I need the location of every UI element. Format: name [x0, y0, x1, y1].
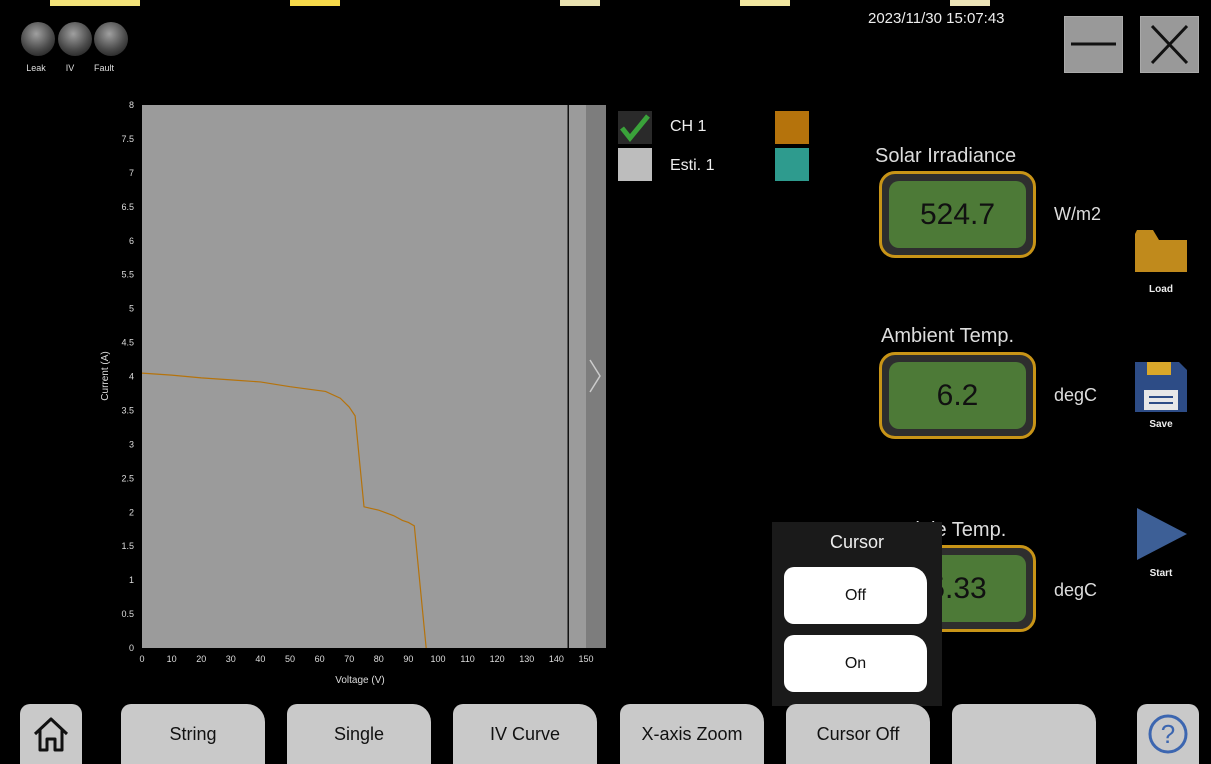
x-tick-label: 50 [285, 654, 295, 664]
y-tick-label: 6 [129, 236, 134, 246]
iv-curve-chart[interactable]: 0 10 20 30 40 50 60 70 80 90 100 110 120 130 140 150 0 0.… [95, 100, 615, 692]
x-tick-label: 140 [549, 654, 564, 664]
plot-area[interactable] [142, 105, 586, 648]
x-tick-label: 20 [196, 654, 206, 664]
y-tick-label: 8 [129, 100, 134, 110]
home-icon [33, 717, 69, 752]
minus-icon [1071, 42, 1116, 46]
x-tick-label: 150 [578, 654, 593, 664]
cursor-off-button[interactable]: Off [784, 567, 927, 624]
plot-side-handle[interactable] [586, 105, 606, 648]
leak-lamp-label: Leak [26, 63, 46, 73]
save-button[interactable] [1133, 360, 1189, 414]
home-button[interactable] [20, 704, 82, 764]
fault-lamp-icon [94, 22, 128, 56]
module-temp-unit: degC [1054, 580, 1098, 600]
close-button[interactable] [1140, 16, 1199, 73]
x-tick-label: 80 [374, 654, 384, 664]
cursor-popup-title: Cursor [829, 532, 884, 552]
help-button[interactable]: ? [1137, 704, 1199, 764]
tab-cursor-off[interactable]: Cursor Off [786, 704, 930, 764]
leak-lamp-icon [21, 22, 55, 56]
start-button[interactable] [1135, 506, 1189, 562]
legend-esti1-label: Esti. 1 [670, 157, 715, 174]
tab-string[interactable]: String [121, 704, 265, 764]
iv-lamp-label: IV [65, 63, 75, 73]
x-tick-label: 30 [226, 654, 236, 664]
legend-ch1-color-swatch [775, 111, 809, 144]
iv-lamp-icon [58, 22, 92, 56]
tab-blank[interactable] [952, 704, 1096, 764]
y-tick-label: 2 [129, 507, 134, 517]
solar-irradiance-value: 524.7 [889, 181, 1026, 248]
y-tick-label: 5 [129, 304, 134, 314]
y-tick-label: 7 [129, 168, 134, 178]
x-tick-label: 70 [344, 654, 354, 664]
legend-ch1-checkbox[interactable] [618, 111, 652, 144]
legend-esti1-checkbox[interactable] [618, 148, 652, 181]
y-tick-label: 6.5 [121, 202, 134, 212]
start-label: Start [1149, 568, 1173, 579]
y-tick-label: 4 [129, 372, 134, 382]
ambient-temp-display: 6.2 [879, 352, 1036, 439]
tab-single[interactable]: Single [287, 704, 431, 764]
ambient-temp-unit: degC [1054, 385, 1098, 405]
svg-text:?: ? [1161, 719, 1175, 749]
close-icon [1150, 24, 1189, 65]
x-tick-label: 130 [519, 654, 534, 664]
checkmark-icon [620, 114, 650, 142]
y-tick-label: 7.5 [121, 134, 134, 144]
cursor-on-button[interactable]: On [784, 635, 927, 692]
y-tick-label: 3.5 [121, 405, 134, 415]
legend-esti1-color-swatch [775, 148, 809, 181]
floppy-disk-icon [1135, 362, 1187, 412]
solar-irradiance-title: Solar Irradiance [875, 145, 1017, 167]
load-button[interactable] [1133, 226, 1189, 274]
fault-lamp-label: Fault [93, 63, 114, 73]
x-tick-label: 40 [255, 654, 265, 664]
y-tick-label: 1 [129, 575, 134, 585]
ambient-temp-title: Ambient Temp. [881, 325, 1015, 347]
x-tick-label: 100 [430, 654, 445, 664]
play-icon [1137, 508, 1187, 560]
cursor-popup: Cursor Off On [772, 522, 942, 706]
ambient-temp-value: 6.2 [889, 362, 1026, 429]
y-tick-label: 0 [129, 643, 134, 653]
y-tick-label: 0.5 [121, 609, 134, 619]
load-label: Load [1149, 284, 1173, 295]
tab-iv-curve[interactable]: IV Curve [453, 704, 597, 764]
x-tick-label: 90 [403, 654, 413, 664]
x-tick-label: 10 [167, 654, 177, 664]
solar-irradiance-display: 524.7 [879, 171, 1036, 258]
x-tick-label: 120 [490, 654, 505, 664]
x-axis-label: Voltage (V) [335, 675, 384, 686]
x-tick-label: 0 [139, 654, 144, 664]
x-tick-label: 60 [315, 654, 325, 664]
datetime: 2023/11/30 15:07:43 [868, 10, 1005, 27]
minimize-button[interactable] [1064, 16, 1123, 73]
y-tick-label: 2.5 [121, 473, 134, 483]
tab-x-axis-zoom[interactable]: X-axis Zoom [620, 704, 764, 764]
y-tick-label: 5.5 [121, 270, 134, 280]
y-axis-label: Current (A) [100, 351, 111, 400]
legend-ch1-label: CH 1 [670, 118, 707, 135]
y-tick-label: 1.5 [121, 541, 134, 551]
y-tick-label: 3 [129, 439, 134, 449]
top-accent-strip [0, 0, 1211, 6]
save-label: Save [1149, 419, 1173, 430]
y-tick-label: 4.5 [121, 338, 134, 348]
solar-irradiance-unit: W/m2 [1054, 204, 1101, 224]
folder-icon [1135, 230, 1187, 272]
help-icon: ? [1148, 714, 1188, 754]
x-tick-label: 110 [460, 654, 474, 664]
